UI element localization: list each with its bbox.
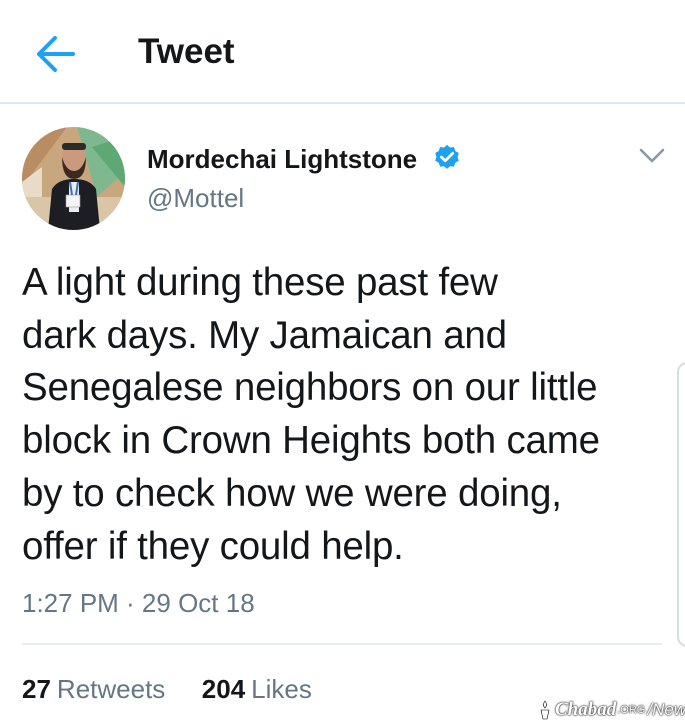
verified-badge-icon bbox=[435, 144, 459, 169]
likes-stat[interactable]: 204 Likes bbox=[202, 674, 312, 704]
author-name[interactable]: Mordechai Lightstone bbox=[147, 143, 417, 175]
watermark-news: /News bbox=[647, 700, 685, 719]
watermark-brand: Chabad bbox=[555, 699, 617, 720]
tweet-timestamp: 1:27 PM · 29 Oct 18 bbox=[22, 588, 255, 618]
likes-label: Likes bbox=[251, 674, 312, 704]
tweet-text-line: A light during these past few bbox=[22, 261, 498, 304]
watermark: Chabad.ORG/News bbox=[538, 698, 685, 722]
chevron-down-icon bbox=[639, 148, 665, 163]
tweet-text-line: block in Crown Heights both came bbox=[22, 419, 600, 463]
tweet-text: A light during these past few dark days.… bbox=[22, 257, 672, 573]
author-handle[interactable]: @Mottel bbox=[147, 182, 244, 214]
back-button[interactable] bbox=[32, 30, 80, 78]
retweets-stat[interactable]: 27 Retweets bbox=[22, 674, 173, 704]
tweet-text-line: dark days. My Jamaican and bbox=[22, 313, 507, 357]
profile-photo bbox=[22, 127, 125, 230]
arrow-left-icon bbox=[37, 36, 75, 72]
divider bbox=[22, 643, 662, 645]
lamp-icon bbox=[540, 700, 550, 720]
retweets-label: Retweets bbox=[56, 674, 166, 704]
page-title: Tweet bbox=[138, 32, 235, 71]
watermark-org: .ORG bbox=[617, 704, 646, 716]
scrollbar[interactable] bbox=[677, 362, 685, 647]
likes-count: 204 bbox=[201, 674, 246, 704]
engagement-stats: 27 Retweets 204 Likes bbox=[22, 672, 312, 706]
more-options-button[interactable] bbox=[636, 144, 668, 168]
retweets-count: 27 bbox=[22, 674, 51, 704]
tweet-text-line: by to check how we were doing, bbox=[22, 471, 562, 515]
tweet-detail-screen: Tweet Mordechai Lightstone @Mottel A lig… bbox=[0, 0, 685, 726]
avatar[interactable] bbox=[22, 127, 125, 230]
tweet-text-line: Senegalese neighbors on our little bbox=[22, 366, 598, 410]
top-app-bar: Tweet bbox=[0, 0, 685, 104]
tweet-text-line: offer if they could help. bbox=[22, 524, 404, 568]
